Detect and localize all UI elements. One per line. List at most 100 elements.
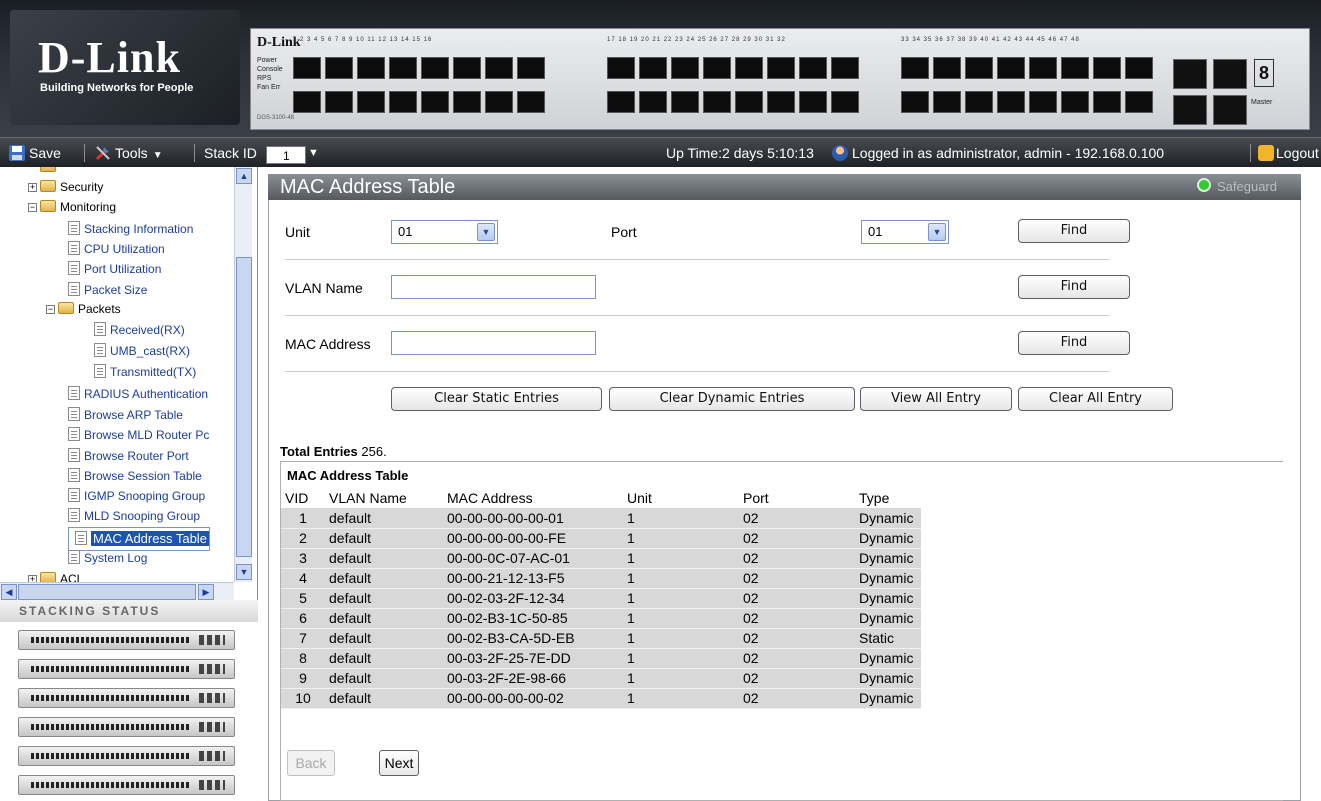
scroll-left-icon[interactable]: ◀: [1, 584, 17, 600]
port[interactable]: [965, 57, 993, 79]
port[interactable]: [671, 91, 699, 113]
port[interactable]: [517, 57, 545, 79]
port[interactable]: [1061, 57, 1089, 79]
scroll-thumb[interactable]: [18, 584, 196, 600]
port[interactable]: [767, 57, 795, 79]
find-by-port-button[interactable]: Find: [1018, 219, 1130, 243]
find-by-vlan-button[interactable]: Find: [1018, 275, 1130, 299]
tools-menu[interactable]: Tools ▼: [94, 138, 163, 168]
sfp-port[interactable]: [1173, 95, 1207, 125]
scroll-up-icon[interactable]: ▲: [236, 168, 252, 184]
tree-item-igmp-snooping-group[interactable]: IGMP Snooping Group: [68, 486, 205, 506]
port[interactable]: [933, 91, 961, 113]
tree-horizontal-scrollbar[interactable]: ◀ ▶: [0, 582, 234, 600]
port[interactable]: [703, 91, 731, 113]
port-select[interactable]: 01 ▼: [861, 220, 949, 244]
next-button[interactable]: Next: [379, 750, 419, 776]
port[interactable]: [389, 57, 417, 79]
port[interactable]: [1093, 91, 1121, 113]
tree-item-browse-session-table[interactable]: Browse Session Table: [68, 466, 202, 486]
port[interactable]: [901, 57, 929, 79]
clear-static-entries-button[interactable]: Clear Static Entries: [391, 387, 602, 411]
port[interactable]: [517, 91, 545, 113]
port[interactable]: [1029, 91, 1057, 113]
tree-item-packets[interactable]: Packets: [58, 299, 121, 319]
back-button[interactable]: Back: [287, 750, 335, 776]
port[interactable]: [485, 57, 513, 79]
stack-unit-1[interactable]: [18, 630, 235, 650]
chevron-down-icon[interactable]: ▼: [477, 223, 495, 241]
port[interactable]: [357, 57, 385, 79]
tree-item-system-log[interactable]: System Log: [68, 548, 147, 568]
expand-icon[interactable]: +: [28, 575, 37, 582]
port[interactable]: [933, 57, 961, 79]
stack-unit-6[interactable]: [18, 775, 235, 795]
sfp-port[interactable]: [1173, 59, 1207, 89]
collapse-icon[interactable]: −: [46, 305, 55, 314]
logout-icon[interactable]: [1258, 145, 1274, 161]
stack-id-select[interactable]: 1: [266, 146, 306, 164]
sfp-port[interactable]: [1213, 59, 1247, 89]
stack-unit-5[interactable]: [18, 746, 235, 766]
port[interactable]: [293, 91, 321, 113]
port[interactable]: [607, 57, 635, 79]
port[interactable]: [1029, 57, 1057, 79]
port[interactable]: [735, 91, 763, 113]
port[interactable]: [325, 91, 353, 113]
port[interactable]: [735, 57, 763, 79]
scroll-down-icon[interactable]: ▼: [236, 564, 252, 580]
unit-select[interactable]: 01 ▼: [391, 220, 498, 244]
clear-all-entry-button[interactable]: Clear All Entry: [1018, 387, 1173, 411]
tree-item-port-utilization[interactable]: Port Utilization: [68, 259, 161, 279]
tree-item-received-rx[interactable]: Received(RX): [94, 320, 185, 340]
clear-dynamic-entries-button[interactable]: Clear Dynamic Entries: [609, 387, 855, 411]
port[interactable]: [357, 91, 385, 113]
find-by-mac-button[interactable]: Find: [1018, 331, 1130, 355]
tree-item-packet-size[interactable]: Packet Size: [68, 280, 147, 300]
scroll-thumb[interactable]: [236, 257, 252, 557]
port[interactable]: [453, 91, 481, 113]
tree-item-mld-snooping-group[interactable]: MLD Snooping Group: [68, 506, 200, 526]
tree-item-monitoring[interactable]: Monitoring: [40, 197, 116, 217]
collapse-icon[interactable]: −: [28, 203, 37, 212]
tree-item-security[interactable]: Security: [40, 177, 103, 197]
port[interactable]: [997, 57, 1025, 79]
chevron-down-icon[interactable]: ▼: [928, 223, 946, 241]
port[interactable]: [767, 91, 795, 113]
port[interactable]: [293, 57, 321, 79]
vlan-name-input[interactable]: [391, 275, 596, 299]
mac-address-input[interactable]: [391, 331, 596, 355]
port[interactable]: [485, 91, 513, 113]
tree-item-browse-router-port[interactable]: Browse Router Port: [68, 446, 189, 466]
tree-item-radius-authentication[interactable]: RADIUS Authentication: [68, 384, 208, 404]
port[interactable]: [799, 57, 827, 79]
port[interactable]: [1093, 57, 1121, 79]
port[interactable]: [607, 91, 635, 113]
tree-vertical-scrollbar[interactable]: ▲ ▼: [234, 167, 252, 582]
port[interactable]: [1061, 91, 1089, 113]
port[interactable]: [639, 57, 667, 79]
tree-item-cpu-utilization[interactable]: CPU Utilization: [68, 239, 165, 259]
expand-icon[interactable]: +: [28, 183, 37, 192]
port[interactable]: [831, 57, 859, 79]
tree-item-umb-cast-rx[interactable]: UMB_cast(RX): [94, 341, 190, 361]
port[interactable]: [965, 91, 993, 113]
port[interactable]: [421, 91, 449, 113]
port[interactable]: [799, 91, 827, 113]
logout-link[interactable]: Logout: [1276, 138, 1319, 168]
port[interactable]: [453, 57, 481, 79]
port[interactable]: [325, 57, 353, 79]
tree-item-browse-mld-router-port[interactable]: Browse MLD Router Pc: [68, 425, 209, 445]
port[interactable]: [901, 91, 929, 113]
port[interactable]: [421, 57, 449, 79]
port[interactable]: [389, 91, 417, 113]
view-all-entry-button[interactable]: View All Entry: [860, 387, 1012, 411]
port[interactable]: [639, 91, 667, 113]
port[interactable]: [703, 57, 731, 79]
stack-unit-4[interactable]: [18, 717, 235, 737]
stack-unit-3[interactable]: [18, 688, 235, 708]
stack-unit-2[interactable]: [18, 659, 235, 679]
sfp-port[interactable]: [1213, 95, 1247, 125]
port[interactable]: [671, 57, 699, 79]
port[interactable]: [1125, 57, 1153, 79]
